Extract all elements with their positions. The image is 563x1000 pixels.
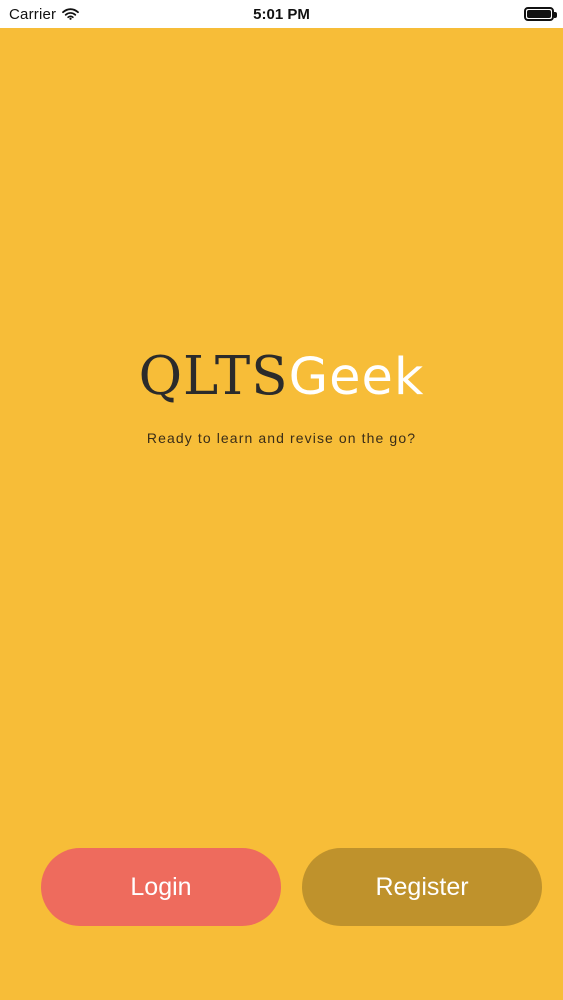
wifi-icon — [62, 8, 80, 20]
welcome-screen: QLTSGeek Ready to learn and revise on th… — [0, 28, 563, 1000]
carrier-label: Carrier — [9, 5, 57, 23]
status-left: Carrier — [9, 5, 80, 23]
battery-fill — [527, 10, 551, 18]
auth-actions: Login Register — [41, 848, 542, 926]
app-logo: QLTSGeek — [0, 350, 563, 403]
welcome-tagline: Ready to learn and revise on the go? — [146, 430, 417, 446]
logo-text-qlts: QLTS — [138, 346, 289, 407]
status-bar: Carrier 5:01 PM — [0, 0, 563, 28]
status-right — [524, 7, 557, 21]
logo-text-geek: Geek — [288, 348, 425, 407]
status-time: 5:01 PM — [253, 5, 310, 23]
register-button[interactable]: Register — [302, 848, 542, 926]
login-button[interactable]: Login — [41, 848, 281, 926]
battery-icon — [524, 7, 557, 21]
